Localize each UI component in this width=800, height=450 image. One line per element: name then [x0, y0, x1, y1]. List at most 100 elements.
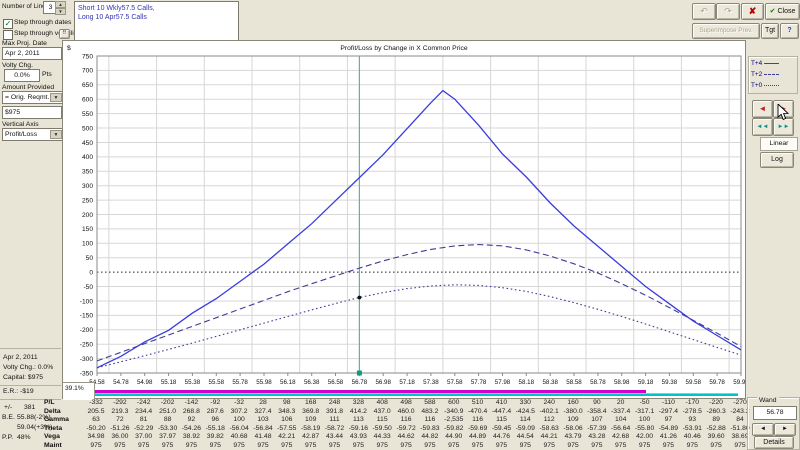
table-cell: 103 — [250, 416, 276, 423]
table-cell: 588 — [417, 399, 443, 406]
table-cell: 160 — [560, 399, 586, 406]
table-cell: 40.68 — [226, 433, 252, 440]
table-cell: 307.2 — [226, 408, 252, 415]
table-cell: 498 — [393, 399, 419, 406]
table-cell: -424.5 — [512, 408, 538, 415]
stats-date: Apr 2, 2011 — [3, 354, 38, 361]
cancel-button[interactable]: ✘ — [741, 3, 764, 20]
table-cell: 111 — [322, 416, 348, 423]
y-axis-label: -350 — [80, 370, 94, 377]
superimpose-prev-button[interactable]: Superimpose Prev. — [692, 23, 760, 39]
x-axis-label: 59.98 — [733, 379, 745, 386]
log-scale-button[interactable]: Log — [760, 152, 794, 168]
table-cell: 37.00 — [131, 433, 157, 440]
volatility-band-cyan — [94, 393, 738, 396]
table-cell: 34.98 — [83, 433, 109, 440]
amount-provided-select[interactable]: = Orig. Reqmt. ▼ — [2, 91, 64, 104]
volatility-band-magenta — [94, 390, 646, 393]
wand-left-button[interactable]: ◄ — [752, 423, 774, 436]
chevron-down-icon[interactable]: ▼ — [50, 130, 62, 139]
table-cell: 327.4 — [250, 408, 276, 415]
table-row-label: Vega — [44, 433, 74, 440]
green-check-icon: ✔ — [770, 8, 776, 15]
table-cell: 268.8 — [178, 408, 204, 415]
wand-axis-marker[interactable] — [357, 371, 362, 376]
y-axis-label: 250 — [82, 197, 93, 204]
chevron-down-icon[interactable]: ▼ — [50, 93, 62, 102]
x-axis-label: 55.98 — [256, 379, 272, 386]
table-cell: -470.4 — [465, 408, 491, 415]
table-cell: 240 — [536, 399, 562, 406]
x-axis-label: 55.18 — [161, 379, 177, 386]
spinner-up-icon[interactable]: ▲ — [55, 1, 66, 8]
table-cell: 96 — [202, 416, 228, 423]
table-cell: -56.04 — [226, 425, 252, 432]
table-cell: 42.68 — [608, 433, 634, 440]
table-cell: 114 — [512, 416, 538, 423]
table-cell: 391.8 — [322, 408, 348, 415]
capital-input[interactable]: $975 — [2, 106, 62, 119]
wand-price-input[interactable]: 56.78 — [753, 406, 797, 420]
amount-provided-label: Amount Provided — [2, 84, 54, 91]
table-cell: 42.00 — [632, 433, 658, 440]
table-cell: -332 — [83, 399, 109, 406]
vertical-axis-select[interactable]: Profit/Loss ▼ — [2, 128, 64, 141]
x-axis-label: 57.38 — [423, 379, 439, 386]
profit-loss-chart[interactable]: 7507006506005505004504003503002502001501… — [63, 41, 745, 396]
panel-collapse-handle[interactable]: ⠿ — [59, 29, 70, 39]
table-cell: -32 — [226, 399, 252, 406]
number-of-lines-stepper[interactable]: ▲ ▼ — [55, 1, 66, 15]
table-row-label: Theta — [44, 425, 74, 432]
table-cell: 975 — [298, 442, 324, 449]
table-cell: 97 — [655, 416, 681, 423]
wand-right-button[interactable]: ► — [774, 423, 796, 436]
x-axis-label: 59.78 — [709, 379, 725, 386]
table-cell: 109 — [560, 416, 586, 423]
undo-arrow-icon: ↶ — [700, 6, 708, 16]
max-proj-date-input[interactable]: Apr 2, 2011 — [2, 47, 62, 60]
table-cell: 44.54 — [512, 433, 538, 440]
y-axis-label: 600 — [82, 97, 93, 104]
table-cell: 975 — [345, 442, 371, 449]
y-axis-label: 450 — [82, 140, 93, 147]
table-cell: 36.00 — [107, 433, 133, 440]
next-graph-button[interactable]: ↷ — [716, 3, 740, 20]
table-cell: -52.88 — [703, 425, 729, 432]
step-through-dates-checkbox[interactable]: ✓ — [3, 19, 13, 29]
table-cell: -59.69 — [465, 425, 491, 432]
close-button[interactable]: ✔ Close — [765, 3, 800, 20]
details-button[interactable]: Details — [754, 436, 794, 449]
x-axis-label: 54.78 — [113, 379, 129, 386]
table-cell: 600 — [441, 399, 467, 406]
stats-capital: Capital: $975 — [3, 374, 43, 381]
y-axis-label: 300 — [82, 183, 93, 190]
table-cell: 975 — [608, 442, 634, 449]
left-arrow-icon: ◄ — [760, 426, 766, 432]
table-cell: -53.91 — [679, 425, 705, 432]
table-cell: 460.0 — [393, 408, 419, 415]
table-cell: 37.97 — [155, 433, 181, 440]
table-cell: 975 — [202, 442, 228, 449]
table-cell: 414.2 — [345, 408, 371, 415]
greeks-table: P/L-332-292-242-202-142-92-3228981682483… — [0, 399, 748, 450]
step-date-back-button[interactable]: ◄ — [752, 100, 773, 118]
table-cell: 330 — [512, 399, 538, 406]
linear-scale-toggle[interactable]: Linear — [760, 137, 798, 151]
vertical-axis-label: Vertical Axis — [2, 121, 39, 128]
table-cell: -57.39 — [584, 425, 610, 432]
table-cell: -59.72 — [393, 425, 419, 432]
spinner-down-icon[interactable]: ▼ — [55, 8, 66, 15]
step-through-volatilities-checkbox[interactable] — [3, 30, 13, 40]
jump-back-button[interactable]: ◄◄ — [752, 118, 773, 136]
prev-graph-button[interactable]: ↶ — [692, 3, 716, 20]
right-arrow-icon: ► — [782, 426, 788, 432]
table-cell: -55.18 — [202, 425, 228, 432]
number-of-lines-label: Number of Lines — [2, 3, 49, 10]
table-cell: 975 — [274, 442, 300, 449]
help-button[interactable]: ? — [780, 23, 799, 39]
table-cell: 219.3 — [107, 408, 133, 415]
strategy-description-box[interactable]: Short 10 Wkly57.5 Calls, Long 10 Apr57.5… — [74, 1, 239, 41]
tgt-button[interactable]: Tgt — [761, 23, 779, 39]
table-cell: -51.26 — [107, 425, 133, 432]
volty-chg-input[interactable]: 0.0% — [4, 69, 40, 82]
